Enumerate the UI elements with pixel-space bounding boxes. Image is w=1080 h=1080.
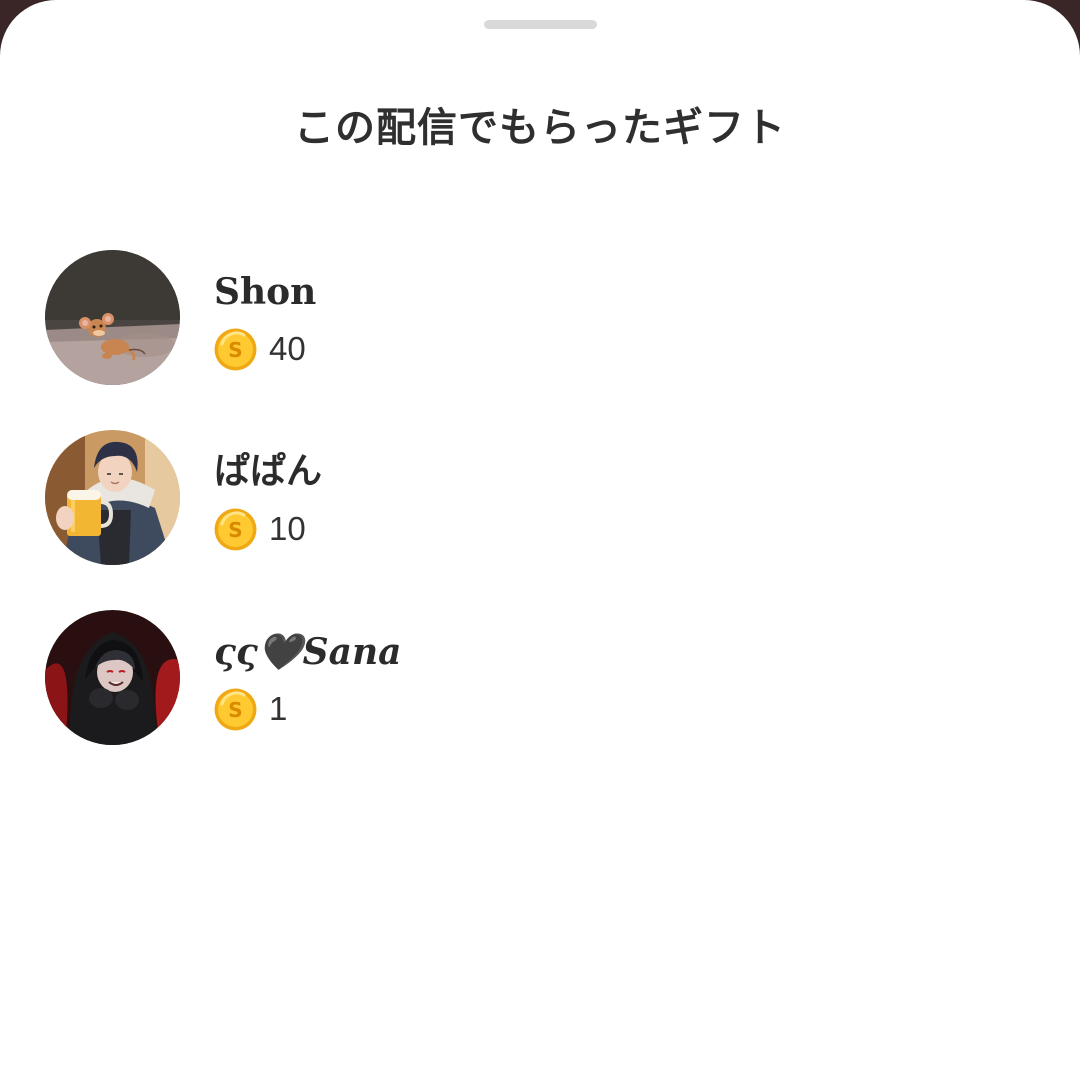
list-item[interactable]: ぱぱん S 10 <box>0 430 1080 610</box>
anime-man-beer-avatar-icon[interactable] <box>45 430 180 565</box>
svg-text:S: S <box>228 338 242 362</box>
gift-sender-list: Shon S 40 ぱぱん S 10 ςς🖤𝑺𝒂𝒏𝒂 S 1 <box>0 250 1080 790</box>
gift-amount: S 10 <box>214 507 306 551</box>
list-item[interactable]: ςς🖤𝑺𝒂𝒏𝒂 S 1 <box>0 610 1080 790</box>
gift-count: 10 <box>269 510 306 547</box>
svg-text:S: S <box>228 698 242 722</box>
gift-amount: S 1 <box>214 687 287 731</box>
drag-handle[interactable] <box>484 20 597 29</box>
gift-list-sheet: この配信でもらったギフト Shon S 40 ぱぱん S 10 ςς🖤𝑺𝒂𝒏𝒂 … <box>0 0 1080 1080</box>
coin-icon: S <box>214 328 257 370</box>
gift-count: 40 <box>269 330 306 367</box>
sender-name: Shon <box>214 271 317 313</box>
anime-hooded-avatar-icon[interactable] <box>45 610 180 745</box>
mouse-cartoon-avatar-icon[interactable] <box>45 250 180 385</box>
list-item[interactable]: Shon S 40 <box>0 250 1080 430</box>
coin-icon: S <box>214 508 257 550</box>
coin-icon: S <box>214 688 257 730</box>
sender-name: ぱぱん <box>214 451 323 492</box>
sender-name: ςς🖤𝑺𝒂𝒏𝒂 <box>214 631 402 673</box>
sheet-title: この配信でもらったギフト <box>294 105 786 151</box>
svg-text:S: S <box>228 518 242 542</box>
gift-amount: S 40 <box>214 327 306 371</box>
gift-count: 1 <box>269 690 288 727</box>
